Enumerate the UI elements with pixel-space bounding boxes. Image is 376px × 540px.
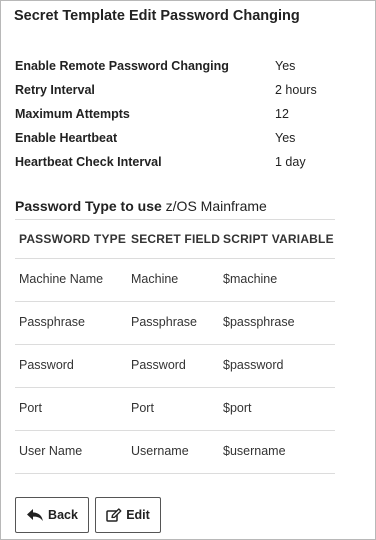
cell-secret-field: Passphrase	[131, 315, 198, 329]
table-row: Port Port $port	[15, 388, 335, 431]
setting-value: Yes	[275, 131, 296, 145]
edit-button-label: Edit	[126, 508, 150, 522]
setting-row-enable-heartbeat: Enable Heartbeat Yes	[15, 130, 345, 154]
setting-value: 2 hours	[275, 83, 317, 97]
secret-template-panel: Secret Template Edit Password Changing E…	[0, 0, 376, 540]
cell-script-variable: $machine	[223, 272, 278, 286]
setting-value: Yes	[275, 59, 296, 73]
column-header-password-type: PASSWORD TYPE	[19, 232, 127, 246]
reply-arrow-icon	[26, 508, 44, 522]
cell-script-variable: $username	[223, 444, 286, 458]
setting-row-heartbeat-check-interval: Heartbeat Check Interval 1 day	[15, 154, 345, 178]
setting-label: Maximum Attempts	[15, 107, 130, 121]
setting-value: 12	[275, 107, 289, 121]
setting-row-maximum-attempts: Maximum Attempts 12	[15, 106, 345, 130]
setting-label: Enable Heartbeat	[15, 131, 118, 145]
page-title: Secret Template Edit Password Changing	[14, 8, 300, 24]
settings-list: Enable Remote Password Changing Yes Retr…	[15, 58, 345, 178]
cell-password-type: Password	[19, 358, 74, 372]
cell-script-variable: $port	[223, 401, 252, 415]
table-row: Passphrase Passphrase $passphrase	[15, 302, 335, 345]
back-button[interactable]: Back	[15, 497, 89, 533]
script-variable-table: PASSWORD TYPE SECRET FIELD SCRIPT VARIAB…	[15, 219, 335, 474]
column-header-secret-field: SECRET FIELD	[131, 232, 221, 246]
setting-value: 1 day	[275, 155, 306, 169]
cell-password-type: Passphrase	[19, 315, 86, 329]
cell-script-variable: $passphrase	[223, 315, 295, 329]
setting-label: Enable Remote Password Changing	[15, 59, 229, 73]
cell-secret-field: Port	[131, 401, 154, 415]
cell-secret-field: Password	[131, 358, 186, 372]
password-type-value: z/OS Mainframe	[165, 198, 267, 214]
password-type-heading: Password Type to use z/OS Mainframe	[15, 198, 267, 214]
cell-password-type: Port	[19, 401, 42, 415]
setting-row-retry-interval: Retry Interval 2 hours	[15, 82, 345, 106]
table-row: Password Password $password	[15, 345, 335, 388]
column-header-script-variable: SCRIPT VARIABLE	[223, 232, 334, 246]
edit-button[interactable]: Edit	[95, 497, 161, 533]
password-type-prefix: Password Type to use	[15, 198, 162, 214]
cell-password-type: Machine Name	[19, 272, 104, 286]
setting-label: Retry Interval	[15, 83, 95, 97]
cell-secret-field: Username	[131, 444, 189, 458]
cell-password-type: User Name	[19, 444, 83, 458]
table-header: PASSWORD TYPE SECRET FIELD SCRIPT VARIAB…	[15, 219, 335, 259]
table-row: User Name Username $username	[15, 431, 335, 474]
cell-script-variable: $password	[223, 358, 284, 372]
table-row: Machine Name Machine $machine	[15, 259, 335, 302]
setting-label: Heartbeat Check Interval	[15, 155, 162, 169]
setting-row-remote-password-changing: Enable Remote Password Changing Yes	[15, 58, 345, 82]
cell-secret-field: Machine	[131, 272, 179, 286]
edit-icon	[106, 507, 122, 523]
back-button-label: Back	[48, 508, 78, 522]
